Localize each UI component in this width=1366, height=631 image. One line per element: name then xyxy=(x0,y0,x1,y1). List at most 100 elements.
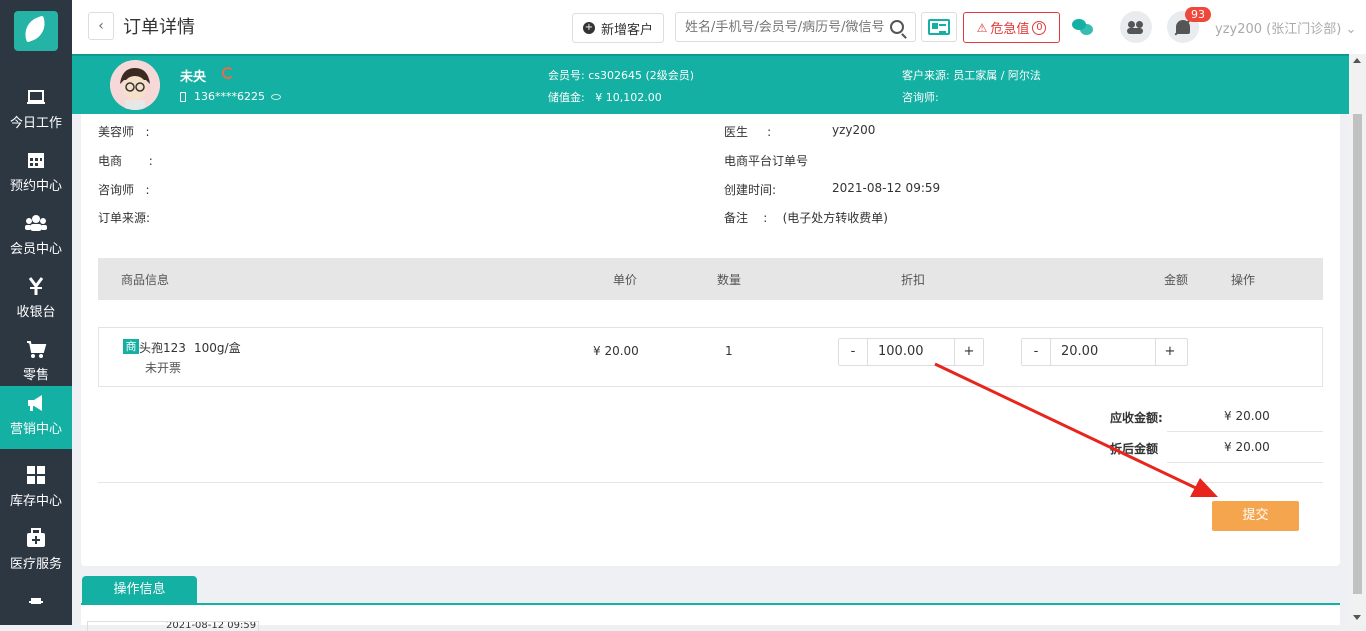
sidebar-item-marketing[interactable]: 营销中心 xyxy=(0,386,72,449)
amount-plus-button[interactable]: + xyxy=(1156,339,1184,365)
customer-consultant-label: 咨询师: xyxy=(902,91,939,104)
group-button[interactable] xyxy=(1120,11,1152,43)
customer-source-label: 客户来源: xyxy=(902,69,950,82)
tab-operation-info[interactable]: 操作信息 xyxy=(82,576,197,604)
unit-price: ¥ 20.00 xyxy=(593,344,639,358)
ecommerce-field: 电商 : xyxy=(98,154,153,168)
sidebar: 今日工作 预约中心 会员中心 收银台 零售 营销中心 库存中心 医疗服务 xyxy=(0,0,72,625)
column-header-amount: 金额 xyxy=(1164,273,1189,287)
user-menu[interactable]: yzy200 (张江门诊部) ⌄ xyxy=(1215,18,1356,37)
chevron-down-icon: ⌄ xyxy=(1345,22,1357,37)
consultant-field: 咨询师 : xyxy=(98,183,150,197)
discount-minus-button[interactable]: - xyxy=(839,339,867,365)
critical-value-button[interactable]: ⚠ 危急值 0 xyxy=(963,12,1060,43)
beautician-label: 美容师 xyxy=(98,125,135,139)
medkit-icon xyxy=(27,528,45,547)
customer-info-band: 未央 136****6225 会员号: cs302645 (2级会员) 储值金:… xyxy=(72,54,1366,114)
cart-icon xyxy=(27,341,47,358)
edit-icon[interactable] xyxy=(222,67,234,79)
summary-divider xyxy=(1167,462,1323,463)
plus-circle-icon: + xyxy=(582,22,595,34)
sidebar-item-more[interactable] xyxy=(0,588,72,625)
amount-minus-button[interactable]: - xyxy=(1022,339,1050,365)
sidebar-item-label: 零售 xyxy=(22,368,49,383)
stored-value-amount: ¥ 10,102.00 xyxy=(595,91,662,104)
product-spec: 100g/盒 xyxy=(194,341,241,355)
customer-phone: 136****6225 xyxy=(180,90,281,103)
discount-stepper: - 100.00 + xyxy=(838,338,984,366)
stored-value-label: 储值金: xyxy=(548,91,585,104)
discount-plus-button[interactable]: + xyxy=(955,339,983,365)
table-row: 商 头孢123 100g/盒 未开票 ¥ 20.00 1 - 100.00 + … xyxy=(98,327,1323,387)
calendar-icon xyxy=(28,153,44,168)
sidebar-item-cashier[interactable]: 收银台 xyxy=(0,269,72,332)
sidebar-item-label: 会员中心 xyxy=(9,242,62,257)
megaphone-icon xyxy=(28,395,42,411)
order-source-label: 订单来源: xyxy=(98,211,151,225)
top-header: ‹ 订单详情 + 新增客户 ⚠ 危急值 0 93 yzy200 (张江门诊部) … xyxy=(72,0,1366,54)
ecommerce-label: 电商 xyxy=(98,154,123,168)
doctor-value: yzy200 xyxy=(832,123,876,137)
sidebar-item-appointment[interactable]: 预约中心 xyxy=(0,143,72,206)
vertical-scrollbar[interactable] xyxy=(1349,54,1366,625)
stored-value: 储值金: ¥ 10,102.00 xyxy=(548,89,662,105)
sidebar-item-members[interactable]: 会员中心 xyxy=(0,206,72,269)
quantity: 1 xyxy=(725,344,733,358)
eye-icon[interactable] xyxy=(271,93,281,100)
after-discount-amount: ¥ 20.00 xyxy=(1224,440,1270,454)
after-discount-label: 折后金额 xyxy=(1110,442,1159,456)
users-icon xyxy=(25,215,47,231)
section-divider xyxy=(98,482,1323,483)
sidebar-item-inventory[interactable]: 库存中心 xyxy=(0,458,72,521)
product-name: 头孢123 xyxy=(139,341,186,355)
avatar[interactable] xyxy=(110,60,160,110)
submit-button[interactable]: 提交 xyxy=(1212,501,1299,531)
search-input[interactable] xyxy=(676,14,886,40)
phone-value: 136****6225 xyxy=(194,90,265,103)
group-icon xyxy=(1127,20,1145,34)
scroll-up-arrow-icon[interactable] xyxy=(1353,58,1361,63)
search-icon[interactable] xyxy=(890,20,904,34)
laptop-icon xyxy=(27,90,45,104)
scroll-down-arrow-icon[interactable] xyxy=(1353,615,1361,620)
discount-input[interactable]: 100.00 xyxy=(867,339,955,365)
table-header: 商品信息 单价 数量 折扣 金额 操作 xyxy=(98,258,1323,300)
column-header-product: 商品信息 xyxy=(121,273,170,287)
invoice-status: 未开票 xyxy=(145,361,182,375)
customer-source-value: 员工家属 / 阿尔法 xyxy=(953,69,1041,82)
doctor-label: 医生 xyxy=(724,125,749,139)
platform-order-label: 电商平台订单号 xyxy=(724,154,809,168)
order-source-field: 订单来源: xyxy=(98,209,150,226)
more-icon xyxy=(29,598,43,604)
beautician-field: 美容师 : xyxy=(98,125,150,139)
id-card-icon xyxy=(928,19,950,35)
remark-field: 备注 : (电子处方转收费单) xyxy=(724,211,888,225)
member-no-value: cs302645 (2级会员) xyxy=(588,69,695,82)
new-customer-label: 新增客户 xyxy=(600,22,653,38)
member-no: 会员号: cs302645 (2级会员) xyxy=(548,67,694,83)
scroll-thumb[interactable] xyxy=(1353,114,1362,594)
sidebar-item-medical[interactable]: 医疗服务 xyxy=(0,521,72,584)
column-header-qty: 数量 xyxy=(717,273,742,287)
column-header-price: 单价 xyxy=(613,273,638,287)
new-customer-button[interactable]: + 新增客户 xyxy=(572,13,664,43)
customer-search xyxy=(675,12,916,42)
critical-value-label: 危急值 xyxy=(990,22,1030,37)
back-button[interactable]: ‹ xyxy=(88,12,114,40)
operation-info-panel: 2021-08-12 09:59 xyxy=(81,603,1340,631)
receivable-label: 应收金额: xyxy=(1110,411,1163,425)
customer-source: 客户来源: 员工家属 / 阿尔法 xyxy=(902,67,1041,83)
mobile-icon xyxy=(180,91,186,102)
id-card-button[interactable] xyxy=(921,12,957,42)
bell-muted-icon xyxy=(1176,20,1190,34)
operation-row: 2021-08-12 09:59 xyxy=(87,621,259,631)
amount-input[interactable]: 20.00 xyxy=(1050,339,1156,365)
app-logo[interactable] xyxy=(0,0,72,62)
wechat-icon[interactable] xyxy=(1072,18,1094,36)
customer-consultant: 咨询师: xyxy=(902,89,939,105)
sidebar-item-label: 今日工作 xyxy=(9,116,62,131)
consultant-label: 咨询师 xyxy=(98,183,135,197)
customer-name: 未央 xyxy=(180,70,207,85)
sidebar-item-today-work[interactable]: 今日工作 xyxy=(0,80,72,143)
butterfly-logo-icon xyxy=(14,11,58,51)
